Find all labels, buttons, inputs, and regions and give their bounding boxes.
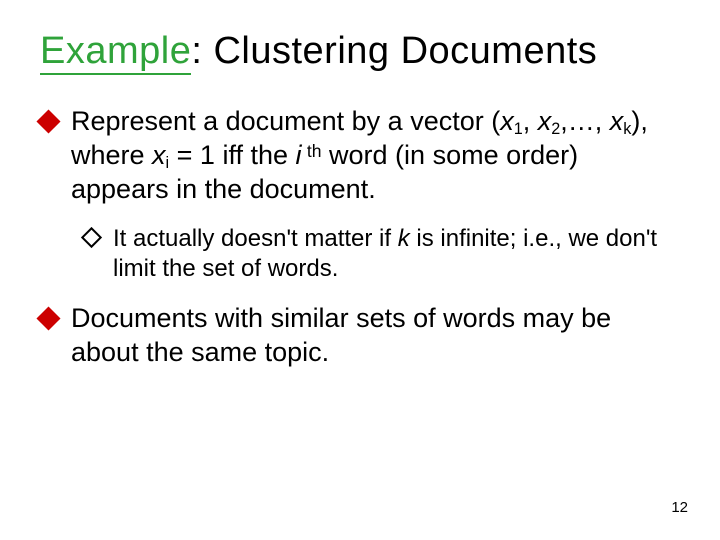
slide-body: Represent a document by a vector (x1, x2… <box>40 105 680 370</box>
b1-th: th <box>307 141 322 161</box>
title-rest: : Clustering Documents <box>191 30 597 72</box>
b1-xi: x <box>152 140 166 170</box>
sub1-k: k <box>398 225 417 252</box>
b1-x1: x <box>500 106 514 136</box>
bullet-1-text: Represent a document by a vector (x1, x2… <box>71 105 680 206</box>
slide: Example: Clustering Documents Represent … <box>0 0 720 540</box>
b1-xk: x <box>610 106 624 136</box>
b1-x2: x <box>538 106 552 136</box>
slide-title: Example: Clustering Documents <box>40 30 680 75</box>
b1-part1: Represent a document by a vector ( <box>71 106 500 136</box>
b1-ivar: i <box>296 140 307 170</box>
b1-dots: ,…, <box>560 106 610 136</box>
bullet-item-1: Represent a document by a vector (x1, x2… <box>40 105 680 206</box>
b1-c1: , <box>523 106 538 136</box>
b1-sub1: 1 <box>514 120 523 138</box>
sub-1-text: It actually doesn't matter if k is infin… <box>113 224 680 284</box>
bullet-item-2: Documents with similar sets of words may… <box>40 302 680 370</box>
bullet-2-text: Documents with similar sets of words may… <box>71 302 680 370</box>
title-keyword: Example <box>40 30 191 75</box>
b1-subk: k <box>623 120 631 138</box>
page-number: 12 <box>671 499 688 516</box>
b1-eq: = 1 iff the <box>169 140 295 170</box>
diamond-bullet-icon <box>36 307 60 331</box>
sub-bullet-1: It actually doesn't matter if k is infin… <box>84 224 680 284</box>
diamond-bullet-icon <box>36 109 60 133</box>
outline-diamond-icon <box>81 227 102 248</box>
b1-sub2: 2 <box>551 120 560 138</box>
b1-subi: i <box>166 154 170 172</box>
sub1-p1: It actually doesn't matter if <box>113 225 398 252</box>
